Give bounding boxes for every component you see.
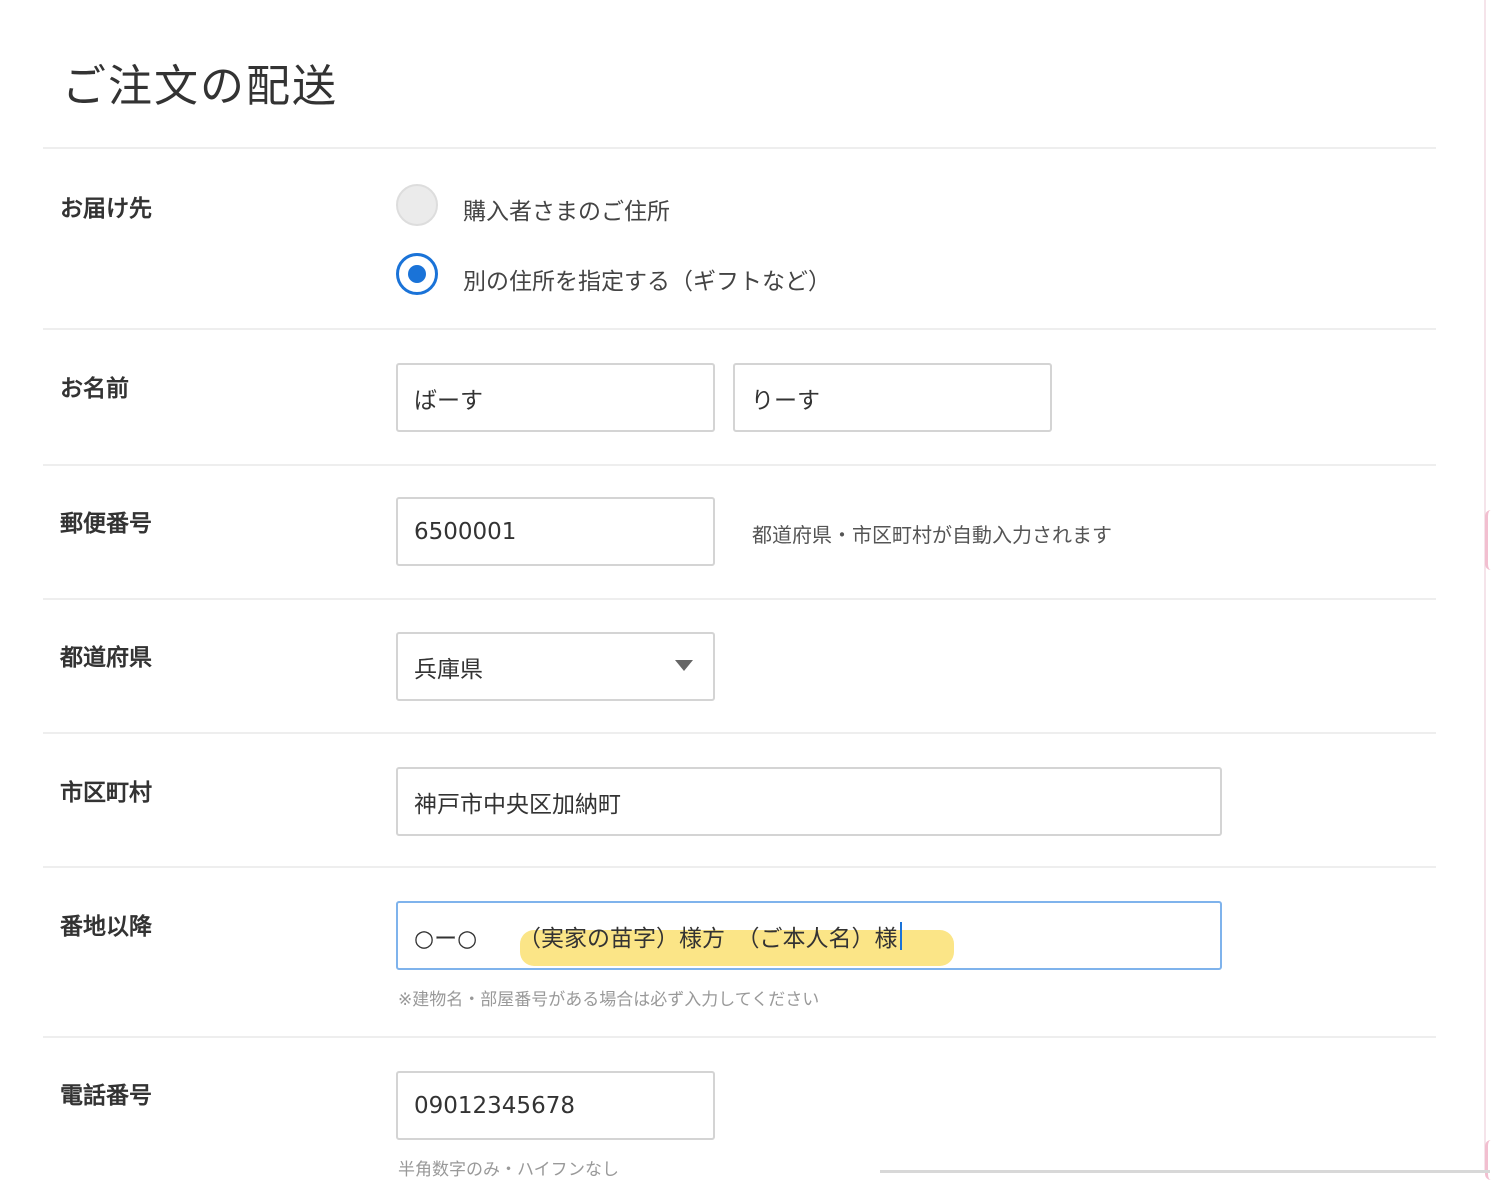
street-helper-text: ※建物名・部屋番号がある場合は必ず入力してください <box>398 990 820 1010</box>
postal-label: 郵便番号 <box>60 511 152 537</box>
city-input[interactable]: 神戸市中央区加納町 <box>396 767 1222 836</box>
city-label: 市区町村 <box>60 780 152 806</box>
first-name-input[interactable]: りーす <box>733 363 1052 432</box>
divider <box>43 328 1436 330</box>
divider <box>43 866 1436 868</box>
prefecture-label: 都道府県 <box>60 645 152 671</box>
last-name-input[interactable]: ばーす <box>396 363 715 432</box>
street-label: 番地以降 <box>60 914 152 940</box>
prefecture-select[interactable]: 兵庫県 <box>396 632 715 701</box>
divider <box>43 464 1436 466</box>
page-title: ご注文の配送 <box>62 61 338 112</box>
radio-other-address-label[interactable]: 別の住所を指定する（ギフトなど） <box>463 262 831 296</box>
street-input-text: （実家の苗字）様方 （ご本人名）様 <box>518 925 898 952</box>
delivery-label: お届け先 <box>60 196 152 222</box>
decorative-mark <box>1485 1140 1497 1180</box>
postal-helper-text: 都道府県・市区町村が自動入力されます <box>752 523 1112 547</box>
name-label: お名前 <box>60 376 129 402</box>
radio-other-address[interactable] <box>396 253 438 295</box>
divider <box>43 598 1436 600</box>
phone-helper-text: 半角数字のみ・ハイフンなし <box>398 1160 619 1180</box>
radio-buyer-address-label[interactable]: 購入者さまのご住所 <box>463 192 670 226</box>
radio-buyer-address[interactable] <box>396 184 438 226</box>
text-cursor <box>899 921 902 950</box>
page-edge <box>1484 0 1486 1170</box>
phone-input[interactable]: 09012345678 <box>396 1071 715 1140</box>
street-number-text: ○ー○ <box>414 925 478 952</box>
divider <box>43 147 1436 149</box>
decorative-mark <box>1485 510 1497 570</box>
prefecture-select-value: 兵庫県 <box>414 656 483 683</box>
phone-label: 電話番号 <box>60 1083 152 1109</box>
divider <box>43 1036 1436 1038</box>
chevron-down-icon[interactable] <box>675 660 693 671</box>
postal-input[interactable]: 6500001 <box>396 497 715 566</box>
bottom-edge <box>880 1170 1490 1173</box>
divider <box>43 732 1436 734</box>
